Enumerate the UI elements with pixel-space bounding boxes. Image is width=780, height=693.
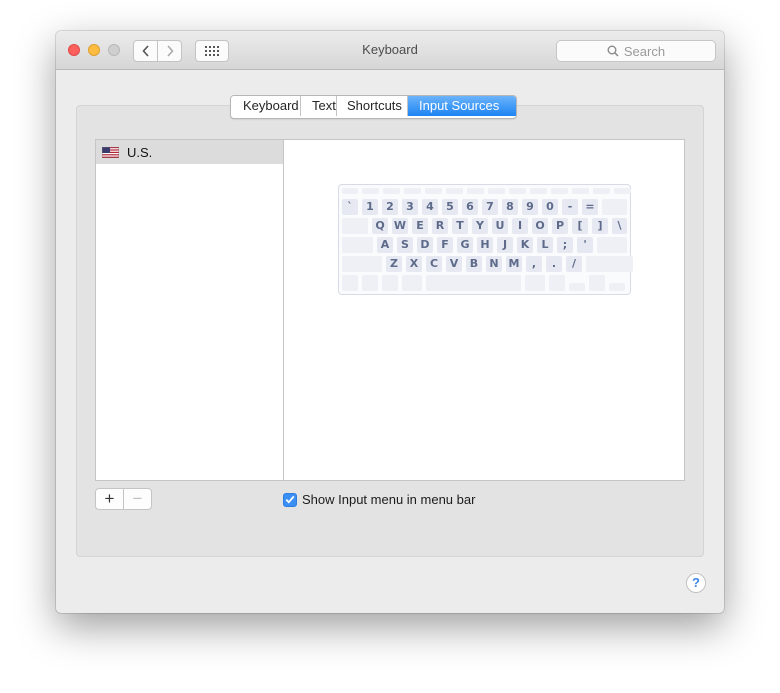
- key: R: [432, 218, 448, 234]
- key: 6: [462, 199, 478, 215]
- key: ;: [557, 237, 573, 253]
- key: /: [566, 256, 582, 272]
- key: ]: [592, 218, 608, 234]
- tab-input-sources[interactable]: Input Sources: [408, 96, 516, 116]
- chevron-left-icon: [141, 45, 149, 57]
- list-item-us[interactable]: U.S.: [96, 140, 283, 164]
- key: Q: [372, 218, 388, 234]
- key: U: [492, 218, 508, 234]
- key: K: [517, 237, 533, 253]
- key: [: [572, 218, 588, 234]
- input-sources-list[interactable]: U.S.: [95, 139, 284, 481]
- key: I: [512, 218, 528, 234]
- key: 3: [402, 199, 418, 215]
- grid-icon: [205, 46, 219, 56]
- key: 0: [542, 199, 558, 215]
- key: S: [397, 237, 413, 253]
- keyboard-preview-panel: ` 1 2 3 4 5 6 7 8 9 0 - = Q W E R T Y U …: [283, 139, 685, 481]
- key: `: [342, 199, 358, 215]
- key: Y: [472, 218, 488, 234]
- forward-button[interactable]: [157, 40, 182, 62]
- show-input-menu-checkbox[interactable]: [283, 492, 297, 507]
- show-all-button[interactable]: [195, 40, 229, 62]
- tab-keyboard[interactable]: Keyboard: [231, 96, 301, 116]
- key: D: [417, 237, 433, 253]
- close-button[interactable]: [68, 44, 80, 56]
- back-button[interactable]: [133, 40, 158, 62]
- search-field[interactable]: Search: [556, 40, 716, 62]
- minimize-button[interactable]: [88, 44, 100, 56]
- help-button[interactable]: ?: [686, 573, 706, 593]
- tab-bar: Keyboard Text Shortcuts Input Sources: [230, 95, 517, 119]
- window-title: Keyboard: [362, 42, 418, 57]
- key: ,: [526, 256, 542, 272]
- key: 1: [362, 199, 378, 215]
- source-label: U.S.: [127, 144, 153, 160]
- search-icon: [607, 45, 619, 57]
- title-bar: Keyboard Search: [56, 31, 724, 70]
- key: -: [562, 199, 578, 215]
- key: J: [497, 237, 513, 253]
- key: H: [477, 237, 493, 253]
- zoom-button[interactable]: [108, 44, 120, 56]
- key: W: [392, 218, 408, 234]
- key: 4: [422, 199, 438, 215]
- key: A: [377, 237, 393, 253]
- key: 5: [442, 199, 458, 215]
- key: N: [486, 256, 502, 272]
- key: X: [406, 256, 422, 272]
- key: L: [537, 237, 553, 253]
- key: Z: [386, 256, 402, 272]
- key: 2: [382, 199, 398, 215]
- show-input-menu-option[interactable]: Show Input menu in menu bar: [283, 492, 475, 507]
- key: 9: [522, 199, 538, 215]
- search-placeholder: Search: [623, 43, 666, 59]
- remove-input-source-button[interactable]: −: [124, 489, 151, 509]
- add-input-source-button[interactable]: +: [96, 489, 124, 509]
- chevron-right-icon: [166, 45, 174, 57]
- key: O: [532, 218, 548, 234]
- show-input-menu-label: Show Input menu in menu bar: [302, 492, 476, 507]
- key: 8: [502, 199, 518, 215]
- tab-text[interactable]: Text: [301, 96, 337, 116]
- key: G: [457, 237, 473, 253]
- key: M: [506, 256, 522, 272]
- key: T: [452, 218, 468, 234]
- key: =: [582, 199, 598, 215]
- key: ': [577, 237, 593, 253]
- key: E: [412, 218, 428, 234]
- key: C: [426, 256, 442, 272]
- keyboard-layout-preview: ` 1 2 3 4 5 6 7 8 9 0 - = Q W E R T Y U …: [338, 184, 633, 295]
- key: .: [546, 256, 562, 272]
- us-flag-icon: [102, 146, 119, 158]
- key: V: [446, 256, 462, 272]
- tab-shortcuts[interactable]: Shortcuts: [337, 96, 408, 116]
- key: \: [612, 218, 627, 234]
- key: 7: [482, 199, 498, 215]
- keyboard-preferences-window: Keyboard Search Keyboard Text Shortcuts …: [56, 31, 724, 613]
- checkmark-icon: [285, 495, 295, 504]
- add-remove-control: + −: [95, 488, 152, 510]
- key: B: [466, 256, 482, 272]
- key: P: [552, 218, 568, 234]
- key: F: [437, 237, 453, 253]
